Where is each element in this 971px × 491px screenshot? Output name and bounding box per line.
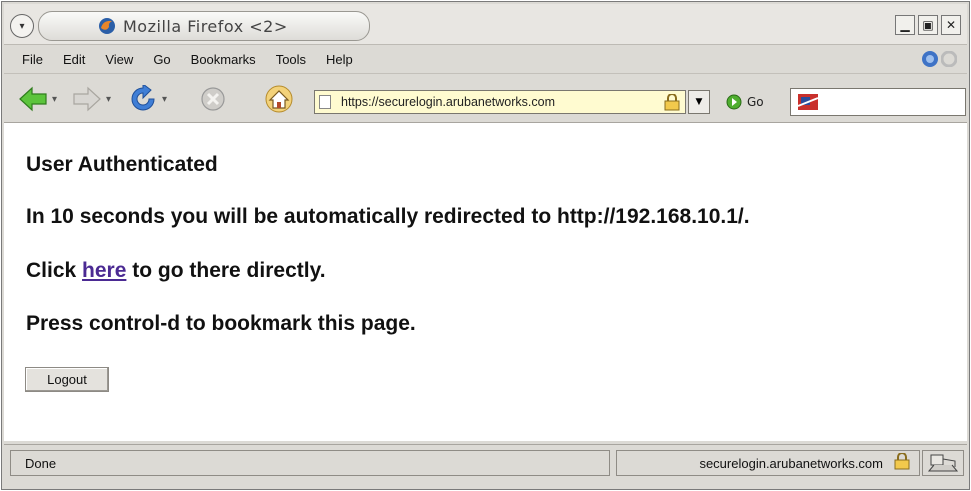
status-host: securelogin.arubanetworks.com [699, 455, 883, 471]
reload-dropdown-icon: ▾ [162, 93, 168, 105]
reload-icon [131, 85, 155, 111]
back-button[interactable]: ▾ [18, 86, 57, 112]
firefox-icon [97, 16, 117, 36]
forward-button[interactable]: ▾ [72, 86, 111, 112]
go-label[interactable]: Go [747, 95, 764, 109]
menu-help[interactable]: Help [316, 52, 363, 67]
window-title: Mozilla Firefox <2> [123, 16, 288, 36]
back-icon [19, 86, 47, 112]
go-button[interactable]: Go [726, 92, 764, 112]
page-heading: User Authenticated [26, 153, 218, 176]
throbber-icon [921, 49, 961, 69]
click-prefix: Click [26, 259, 83, 282]
stop-button[interactable] [200, 86, 226, 112]
navigation-toolbar: ▾ ▾ ▾ https://securelogin.arubanetworks.… [4, 74, 967, 123]
stop-icon [201, 87, 225, 111]
back-dropdown-icon: ▾ [52, 93, 58, 105]
bookmark-hint: Press control-d to bookmark this page. [26, 312, 416, 335]
url-history-dropdown[interactable]: ▼ [688, 90, 710, 114]
click-suffix: to go there directly. [126, 259, 326, 282]
page-content: User Authenticated In 10 seconds you wil… [4, 123, 967, 441]
maximize-button[interactable]: ▣ [918, 15, 938, 35]
menu-bar: File Edit View Go Bookmarks Tools Help [4, 45, 967, 74]
title-bar: ▾ Mozilla Firefox <2> ▁ ▣ ✕ [4, 4, 967, 45]
window-title-tab: Mozilla Firefox <2> [38, 11, 370, 41]
menu-go[interactable]: Go [143, 52, 180, 67]
here-link[interactable]: here [82, 259, 126, 282]
search-input[interactable] [790, 88, 966, 116]
menu-view[interactable]: View [95, 52, 143, 67]
menu-bookmarks[interactable]: Bookmarks [181, 52, 266, 67]
window-menu-button[interactable]: ▾ [10, 14, 34, 38]
forward-dropdown-icon: ▾ [106, 93, 112, 105]
security-panel[interactable]: securelogin.arubanetworks.com [616, 450, 920, 476]
menu-edit[interactable]: Edit [53, 52, 95, 67]
lock-icon [663, 93, 681, 115]
menu-file[interactable]: File [4, 52, 53, 67]
close-button[interactable]: ✕ [941, 15, 961, 35]
url-text[interactable]: https://securelogin.arubanetworks.com [341, 95, 641, 109]
page-icon [319, 95, 331, 109]
forward-icon [73, 86, 101, 112]
home-button[interactable] [264, 85, 294, 113]
url-input[interactable]: https://securelogin.arubanetworks.com [314, 90, 686, 114]
logout-button[interactable]: Logout [25, 367, 109, 392]
home-icon [265, 85, 293, 113]
browser-window: ▾ Mozilla Firefox <2> ▁ ▣ ✕ File Edit Vi… [1, 1, 970, 490]
redirect-message: In 10 seconds you will be automatically … [26, 205, 750, 228]
go-icon [726, 94, 742, 110]
direct-link-message: Click here to go there directly. [26, 259, 326, 283]
status-bar: Done securelogin.arubanetworks.com [4, 444, 967, 481]
minimize-button[interactable]: ▁ [895, 15, 915, 35]
status-text: Done [10, 450, 610, 476]
network-status-icon[interactable] [922, 450, 964, 476]
search-engine-icon [797, 94, 819, 110]
reload-button[interactable]: ▾ [128, 85, 168, 112]
status-lock-icon[interactable] [893, 452, 911, 473]
menu-tools[interactable]: Tools [266, 52, 316, 67]
